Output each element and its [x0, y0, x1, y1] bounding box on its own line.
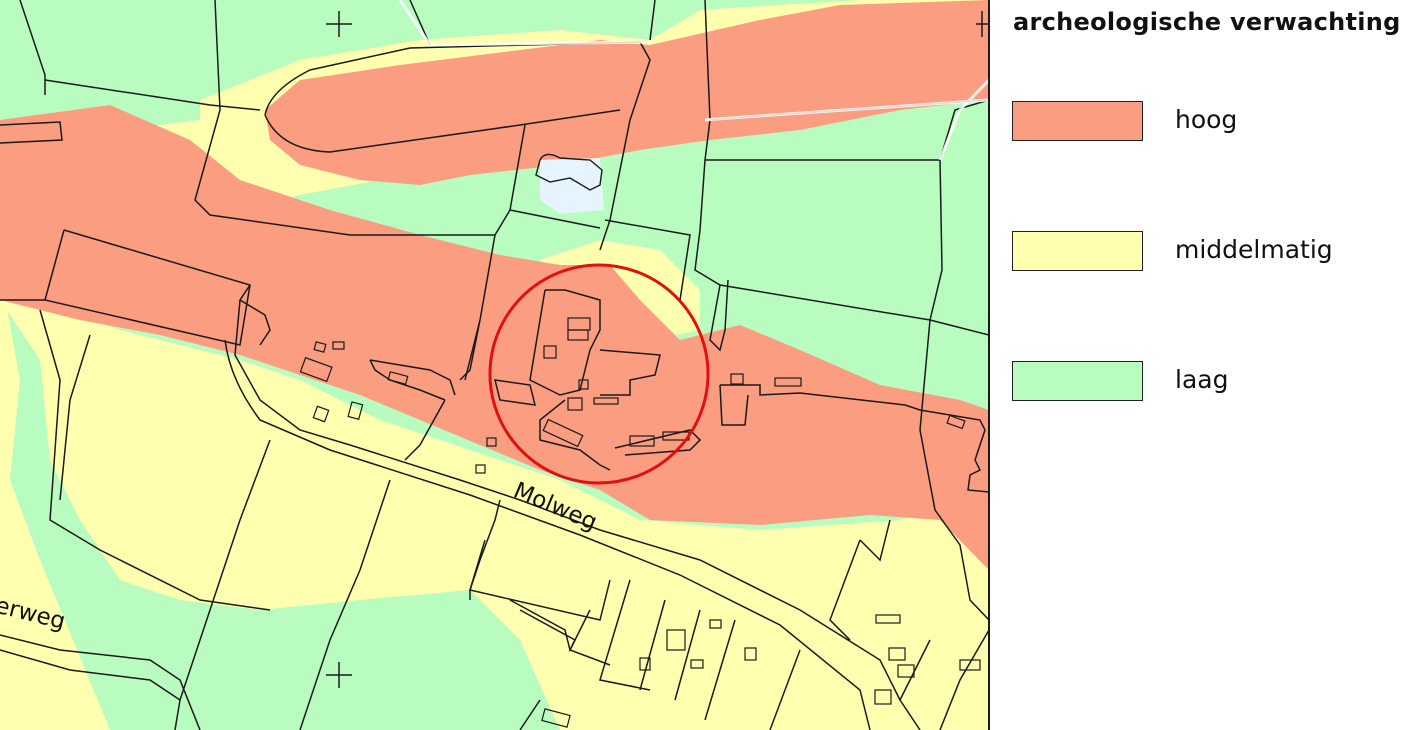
legend-swatch-hoog	[1012, 101, 1143, 141]
legend-item-laag: laag	[1012, 361, 1392, 401]
legend-label-hoog: hoog	[1175, 105, 1238, 134]
legend-panel: archeologische verwachting hoog middelma…	[990, 0, 1408, 730]
map-svg: Molweg erweg	[0, 0, 989, 730]
legend-swatch-middelmatig	[1012, 231, 1143, 271]
legend-item-middelmatig: middelmatig	[1012, 231, 1392, 271]
map-canvas[interactable]: Molweg erweg	[0, 0, 989, 730]
water-body	[540, 158, 604, 214]
legend-title: archeologische verwachting	[1013, 8, 1401, 36]
legend-swatch-laag	[1012, 361, 1143, 401]
legend-item-hoog: hoog	[1012, 101, 1392, 141]
legend-label-middelmatig: middelmatig	[1175, 235, 1333, 264]
legend-label-laag: laag	[1175, 365, 1229, 394]
